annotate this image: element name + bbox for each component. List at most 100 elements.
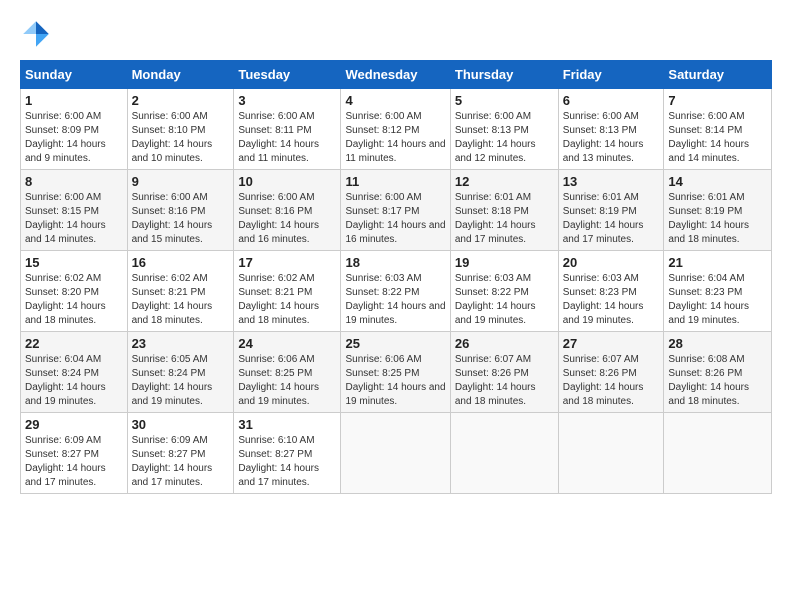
day-cell: 12 Sunrise: 6:01 AM Sunset: 8:18 PM Dayl… bbox=[450, 170, 558, 251]
week-row-1: 1 Sunrise: 6:00 AM Sunset: 8:09 PM Dayli… bbox=[21, 89, 772, 170]
day-info: Sunrise: 6:04 AM Sunset: 8:23 PM Dayligh… bbox=[668, 272, 767, 328]
day-info: Sunrise: 6:00 AM Sunset: 8:14 PM Dayligh… bbox=[668, 110, 767, 166]
day-cell: 8 Sunrise: 6:00 AM Sunset: 8:15 PM Dayli… bbox=[21, 170, 128, 251]
day-number: 23 bbox=[132, 336, 230, 351]
day-cell: 4 Sunrise: 6:00 AM Sunset: 8:12 PM Dayli… bbox=[341, 89, 450, 170]
day-info: Sunrise: 6:02 AM Sunset: 8:21 PM Dayligh… bbox=[132, 272, 230, 328]
day-number: 27 bbox=[563, 336, 660, 351]
day-info: Sunrise: 6:02 AM Sunset: 8:21 PM Dayligh… bbox=[238, 272, 336, 328]
day-info: Sunrise: 6:03 AM Sunset: 8:22 PM Dayligh… bbox=[455, 272, 554, 328]
header bbox=[20, 18, 772, 50]
day-number: 20 bbox=[563, 255, 660, 270]
day-cell: 5 Sunrise: 6:00 AM Sunset: 8:13 PM Dayli… bbox=[450, 89, 558, 170]
day-number: 24 bbox=[238, 336, 336, 351]
day-number: 19 bbox=[455, 255, 554, 270]
day-number: 18 bbox=[345, 255, 445, 270]
day-number: 31 bbox=[238, 417, 336, 432]
day-info: Sunrise: 6:00 AM Sunset: 8:15 PM Dayligh… bbox=[25, 191, 123, 247]
day-cell: 10 Sunrise: 6:00 AM Sunset: 8:16 PM Dayl… bbox=[234, 170, 341, 251]
day-cell: 27 Sunrise: 6:07 AM Sunset: 8:26 PM Dayl… bbox=[558, 332, 664, 413]
day-cell: 22 Sunrise: 6:04 AM Sunset: 8:24 PM Dayl… bbox=[21, 332, 128, 413]
day-info: Sunrise: 6:06 AM Sunset: 8:25 PM Dayligh… bbox=[345, 353, 445, 409]
page: SundayMondayTuesdayWednesdayThursdayFrid… bbox=[0, 0, 792, 504]
col-header-wednesday: Wednesday bbox=[341, 61, 450, 89]
day-number: 10 bbox=[238, 174, 336, 189]
day-number: 28 bbox=[668, 336, 767, 351]
day-info: Sunrise: 6:10 AM Sunset: 8:27 PM Dayligh… bbox=[238, 434, 336, 490]
week-row-3: 15 Sunrise: 6:02 AM Sunset: 8:20 PM Dayl… bbox=[21, 251, 772, 332]
day-number: 1 bbox=[25, 93, 123, 108]
week-row-4: 22 Sunrise: 6:04 AM Sunset: 8:24 PM Dayl… bbox=[21, 332, 772, 413]
day-cell: 29 Sunrise: 6:09 AM Sunset: 8:27 PM Dayl… bbox=[21, 413, 128, 494]
day-info: Sunrise: 6:00 AM Sunset: 8:16 PM Dayligh… bbox=[238, 191, 336, 247]
day-info: Sunrise: 6:00 AM Sunset: 8:10 PM Dayligh… bbox=[132, 110, 230, 166]
day-cell: 9 Sunrise: 6:00 AM Sunset: 8:16 PM Dayli… bbox=[127, 170, 234, 251]
day-cell bbox=[664, 413, 772, 494]
col-header-thursday: Thursday bbox=[450, 61, 558, 89]
day-cell: 24 Sunrise: 6:06 AM Sunset: 8:25 PM Dayl… bbox=[234, 332, 341, 413]
day-number: 17 bbox=[238, 255, 336, 270]
day-cell: 28 Sunrise: 6:08 AM Sunset: 8:26 PM Dayl… bbox=[664, 332, 772, 413]
day-number: 4 bbox=[345, 93, 445, 108]
day-cell: 20 Sunrise: 6:03 AM Sunset: 8:23 PM Dayl… bbox=[558, 251, 664, 332]
day-cell: 18 Sunrise: 6:03 AM Sunset: 8:22 PM Dayl… bbox=[341, 251, 450, 332]
day-number: 14 bbox=[668, 174, 767, 189]
week-row-5: 29 Sunrise: 6:09 AM Sunset: 8:27 PM Dayl… bbox=[21, 413, 772, 494]
day-cell: 16 Sunrise: 6:02 AM Sunset: 8:21 PM Dayl… bbox=[127, 251, 234, 332]
day-info: Sunrise: 6:04 AM Sunset: 8:24 PM Dayligh… bbox=[25, 353, 123, 409]
day-info: Sunrise: 6:00 AM Sunset: 8:16 PM Dayligh… bbox=[132, 191, 230, 247]
day-info: Sunrise: 6:00 AM Sunset: 8:13 PM Dayligh… bbox=[563, 110, 660, 166]
day-cell: 19 Sunrise: 6:03 AM Sunset: 8:22 PM Dayl… bbox=[450, 251, 558, 332]
day-number: 25 bbox=[345, 336, 445, 351]
day-number: 15 bbox=[25, 255, 123, 270]
day-info: Sunrise: 6:00 AM Sunset: 8:17 PM Dayligh… bbox=[345, 191, 445, 247]
day-cell: 23 Sunrise: 6:05 AM Sunset: 8:24 PM Dayl… bbox=[127, 332, 234, 413]
day-info: Sunrise: 6:02 AM Sunset: 8:20 PM Dayligh… bbox=[25, 272, 123, 328]
day-info: Sunrise: 6:01 AM Sunset: 8:19 PM Dayligh… bbox=[563, 191, 660, 247]
day-number: 22 bbox=[25, 336, 123, 351]
day-cell: 21 Sunrise: 6:04 AM Sunset: 8:23 PM Dayl… bbox=[664, 251, 772, 332]
day-cell: 17 Sunrise: 6:02 AM Sunset: 8:21 PM Dayl… bbox=[234, 251, 341, 332]
day-info: Sunrise: 6:06 AM Sunset: 8:25 PM Dayligh… bbox=[238, 353, 336, 409]
day-cell: 7 Sunrise: 6:00 AM Sunset: 8:14 PM Dayli… bbox=[664, 89, 772, 170]
day-info: Sunrise: 6:00 AM Sunset: 8:12 PM Dayligh… bbox=[345, 110, 445, 166]
day-cell bbox=[341, 413, 450, 494]
day-number: 6 bbox=[563, 93, 660, 108]
day-number: 13 bbox=[563, 174, 660, 189]
day-number: 12 bbox=[455, 174, 554, 189]
day-number: 21 bbox=[668, 255, 767, 270]
day-info: Sunrise: 6:00 AM Sunset: 8:09 PM Dayligh… bbox=[25, 110, 123, 166]
day-cell: 3 Sunrise: 6:00 AM Sunset: 8:11 PM Dayli… bbox=[234, 89, 341, 170]
day-number: 9 bbox=[132, 174, 230, 189]
day-cell: 14 Sunrise: 6:01 AM Sunset: 8:19 PM Dayl… bbox=[664, 170, 772, 251]
day-cell: 26 Sunrise: 6:07 AM Sunset: 8:26 PM Dayl… bbox=[450, 332, 558, 413]
col-header-sunday: Sunday bbox=[21, 61, 128, 89]
day-info: Sunrise: 6:03 AM Sunset: 8:23 PM Dayligh… bbox=[563, 272, 660, 328]
col-header-friday: Friday bbox=[558, 61, 664, 89]
day-cell: 1 Sunrise: 6:00 AM Sunset: 8:09 PM Dayli… bbox=[21, 89, 128, 170]
day-cell: 31 Sunrise: 6:10 AM Sunset: 8:27 PM Dayl… bbox=[234, 413, 341, 494]
calendar-table: SundayMondayTuesdayWednesdayThursdayFrid… bbox=[20, 60, 772, 494]
day-number: 8 bbox=[25, 174, 123, 189]
header-row: SundayMondayTuesdayWednesdayThursdayFrid… bbox=[21, 61, 772, 89]
logo bbox=[20, 18, 56, 50]
day-number: 16 bbox=[132, 255, 230, 270]
day-cell: 30 Sunrise: 6:09 AM Sunset: 8:27 PM Dayl… bbox=[127, 413, 234, 494]
day-cell bbox=[558, 413, 664, 494]
logo-icon bbox=[20, 18, 52, 50]
col-header-monday: Monday bbox=[127, 61, 234, 89]
day-number: 29 bbox=[25, 417, 123, 432]
col-header-tuesday: Tuesday bbox=[234, 61, 341, 89]
day-number: 11 bbox=[345, 174, 445, 189]
day-cell: 15 Sunrise: 6:02 AM Sunset: 8:20 PM Dayl… bbox=[21, 251, 128, 332]
day-info: Sunrise: 6:05 AM Sunset: 8:24 PM Dayligh… bbox=[132, 353, 230, 409]
day-cell: 6 Sunrise: 6:00 AM Sunset: 8:13 PM Dayli… bbox=[558, 89, 664, 170]
day-cell: 13 Sunrise: 6:01 AM Sunset: 8:19 PM Dayl… bbox=[558, 170, 664, 251]
day-cell: 11 Sunrise: 6:00 AM Sunset: 8:17 PM Dayl… bbox=[341, 170, 450, 251]
day-number: 3 bbox=[238, 93, 336, 108]
day-info: Sunrise: 6:07 AM Sunset: 8:26 PM Dayligh… bbox=[455, 353, 554, 409]
col-header-saturday: Saturday bbox=[664, 61, 772, 89]
day-info: Sunrise: 6:00 AM Sunset: 8:11 PM Dayligh… bbox=[238, 110, 336, 166]
day-number: 30 bbox=[132, 417, 230, 432]
day-info: Sunrise: 6:01 AM Sunset: 8:19 PM Dayligh… bbox=[668, 191, 767, 247]
